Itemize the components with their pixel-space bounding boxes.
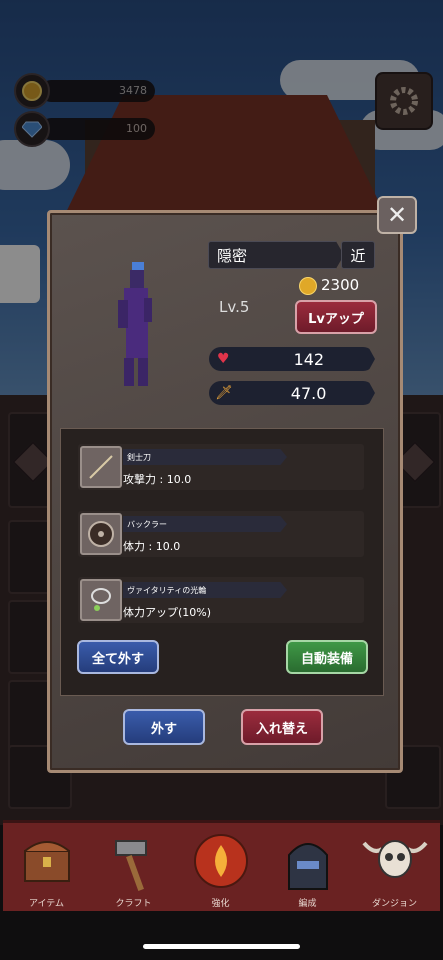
hp-value: 142	[293, 349, 325, 369]
unequip-all-button[interactable]: 全て外す	[77, 640, 159, 674]
nav-item-dungeon[interactable]: ダンジョン	[351, 823, 438, 911]
remove-button[interactable]: 外す	[123, 709, 205, 745]
close-button[interactable]: ✕	[377, 196, 417, 234]
fire-orb-icon	[193, 834, 248, 888]
heart-icon: ♥	[217, 351, 230, 367]
character-name: 隠密	[208, 241, 344, 269]
bottom-nav: アイテム クラフト 強化 編成 ダンジョン	[3, 820, 440, 911]
sword-icon: 🗡	[215, 385, 233, 401]
close-icon: ✕	[386, 201, 408, 229]
range-badge: 近	[341, 241, 375, 269]
nav-label: 強化	[211, 899, 230, 909]
nav-item-enhance[interactable]: 強化	[177, 823, 264, 911]
equipment-name: バックラー	[123, 516, 287, 532]
nav-item-items[interactable]: アイテム	[3, 823, 90, 911]
equipment-stat: 体力 : 10.0	[123, 540, 181, 553]
level-label: Lv.5	[219, 298, 250, 316]
hp-bar: ♥ 142	[209, 347, 375, 371]
swap-button[interactable]: 入れ替え	[241, 709, 323, 745]
necklace-icon	[80, 579, 122, 621]
level-up-button[interactable]: Lvアップ	[295, 300, 377, 334]
katana-icon	[80, 446, 122, 488]
equipment-stat: 体力アップ(10%)	[123, 606, 212, 619]
upgrade-cost: 2300	[321, 276, 360, 294]
character-sprite	[110, 262, 160, 388]
nav-label: 編成	[298, 899, 317, 909]
nav-label: クラフト	[115, 899, 152, 909]
shield-icon	[80, 513, 122, 555]
equipment-stat: 攻撃力 : 10.0	[123, 473, 192, 486]
hammer-icon	[114, 840, 147, 891]
nav-label: ダンジョン	[371, 899, 417, 909]
equipment-name: 剣士刀	[123, 449, 287, 465]
nav-label: アイテム	[28, 899, 65, 909]
auto-equip-button[interactable]: 自動装備	[286, 640, 368, 674]
gold-coin-icon	[299, 277, 317, 295]
helmet-icon	[287, 843, 328, 890]
skull-icon	[361, 840, 428, 878]
nav-item-formation[interactable]: 編成	[264, 823, 351, 911]
nav-item-craft[interactable]: クラフト	[90, 823, 177, 911]
attack-value: 47.0	[290, 383, 327, 403]
equipment-name: ヴァイタリティの光輪	[123, 582, 287, 598]
home-indicator	[143, 944, 300, 949]
chest-icon	[23, 841, 70, 882]
attack-bar: 🗡 47.0	[209, 381, 375, 405]
